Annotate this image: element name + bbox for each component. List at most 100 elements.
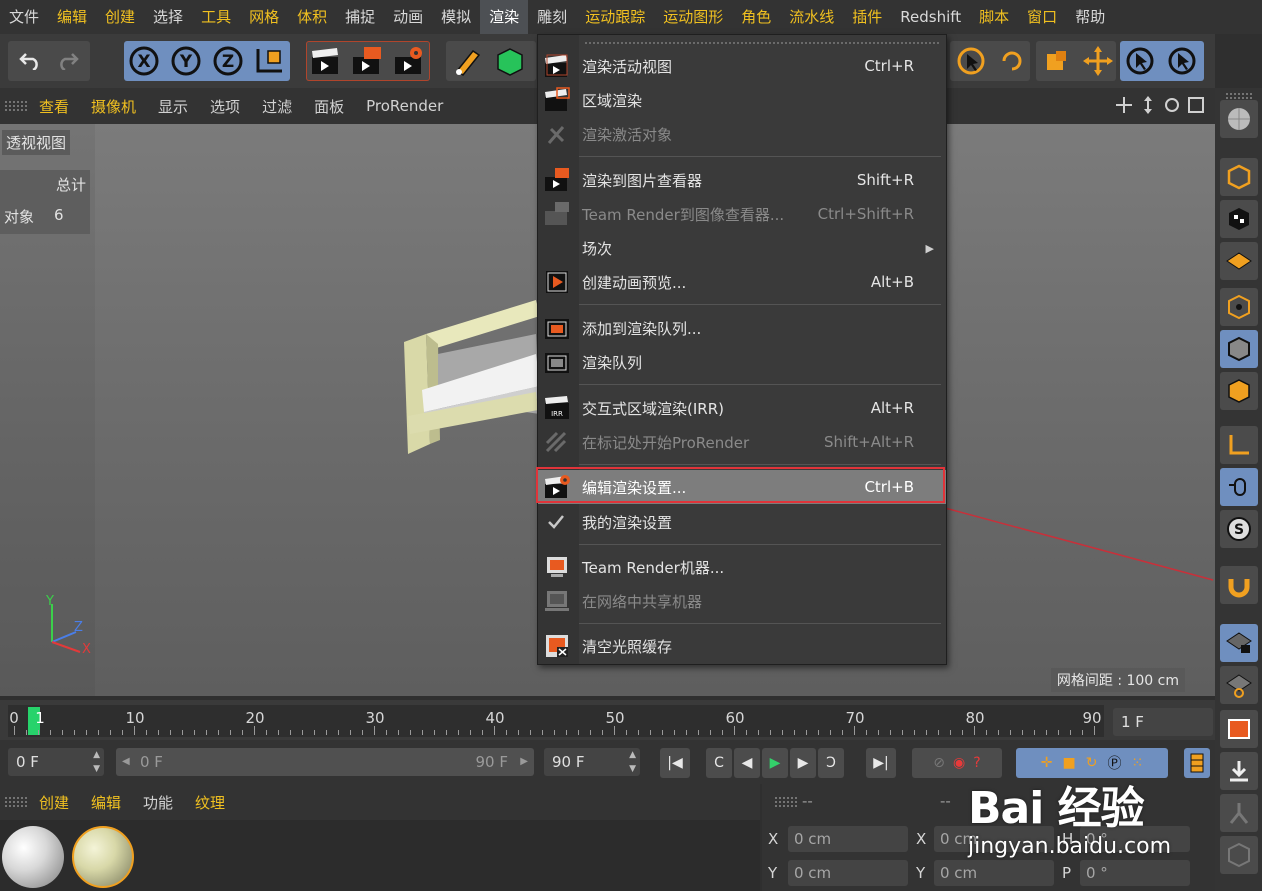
menu-mograph[interactable]: 运动图形 [654, 0, 732, 34]
menu-item-render-queue[interactable]: 渲染队列 [538, 345, 946, 379]
cube-primitive-icon[interactable] [493, 45, 527, 81]
viewport-menu-prorender[interactable]: ProRender [355, 97, 454, 115]
viewport-menu-display[interactable]: 显示 [147, 96, 199, 117]
x-axis-lock-icon[interactable]: X [128, 45, 160, 81]
menu-volume[interactable]: 体积 [288, 0, 336, 34]
preview-range-slider[interactable]: ◀ 0 F 90 F ▶ [116, 748, 534, 776]
menu-item-flush-illumination-caches[interactable]: 清空光照缓存 [538, 629, 946, 663]
move-icon[interactable] [1082, 45, 1114, 81]
play-icon[interactable]: ▶ [762, 748, 788, 778]
menu-item-edit-render-settings[interactable]: 编辑渲染设置... Ctrl+B [538, 470, 946, 504]
previous-key-icon[interactable]: C [706, 748, 732, 778]
viewport-menu-panel[interactable]: 面板 [303, 96, 355, 117]
menu-mesh[interactable]: 网格 [240, 0, 288, 34]
menu-file[interactable]: 文件 [0, 0, 48, 34]
range-left-arrow-icon[interactable]: ◀ [122, 748, 130, 776]
menu-select[interactable]: 选择 [144, 0, 192, 34]
make-editable-icon[interactable] [1220, 100, 1258, 138]
object-mode-icon[interactable] [1124, 45, 1156, 81]
viewport-menu-filter[interactable]: 过滤 [251, 96, 303, 117]
menu-item-render-to-picture-viewer[interactable]: 渲染到图片查看器 Shift+R [538, 163, 946, 197]
autokey-icon[interactable]: ? [973, 755, 980, 771]
menu-sculpt[interactable]: 雕刻 [528, 0, 576, 34]
menu-tearoff-grip[interactable] [584, 41, 940, 45]
menu-item-region-render[interactable]: 区域渲染 [538, 83, 946, 117]
menu-pipeline[interactable]: 流水线 [780, 0, 843, 34]
menu-tools[interactable]: 工具 [192, 0, 240, 34]
material-menu-function[interactable]: 功能 [132, 792, 184, 813]
material-swatch-cream[interactable] [72, 826, 134, 888]
menu-motion-tracking[interactable]: 运动跟踪 [576, 0, 654, 34]
texture-mode-icon[interactable] [1220, 200, 1258, 238]
planar-workplane-icon[interactable] [1220, 666, 1258, 704]
scale-icon[interactable] [1040, 45, 1072, 81]
key-rotation-icon[interactable]: ↻ [1086, 755, 1098, 771]
undo-icon[interactable] [11, 42, 49, 80]
menu-window[interactable]: 窗口 [1018, 0, 1066, 34]
menu-plugins[interactable]: 插件 [843, 0, 891, 34]
viewport-menu-camera[interactable]: 摄像机 [80, 96, 147, 117]
position-y-field[interactable]: 0 cm [788, 860, 908, 886]
pen-tool-icon[interactable] [451, 45, 485, 81]
material-menu-edit[interactable]: 编辑 [80, 792, 132, 813]
record-disabled-icon[interactable]: ⊘ [933, 755, 945, 771]
menu-item-takes[interactable]: 场次 ▶ [538, 231, 946, 265]
menu-simulate[interactable]: 模拟 [432, 0, 480, 34]
solo-mode-icon[interactable]: S [1220, 510, 1258, 548]
polygons-mode-icon[interactable] [1220, 372, 1258, 410]
grip-handle-icon[interactable] [4, 100, 28, 112]
menu-item-add-to-render-queue[interactable]: 添加到渲染队列... [538, 311, 946, 345]
grip-handle-icon[interactable] [4, 796, 28, 808]
coordinate-system-icon[interactable] [252, 45, 286, 81]
render-view-clapper-icon[interactable] [309, 45, 343, 81]
live-selection-icon[interactable] [955, 45, 987, 81]
menu-character[interactable]: 角色 [732, 0, 780, 34]
viewport-menu-view[interactable]: 查看 [28, 96, 80, 117]
position-x-field[interactable]: 0 cm [788, 826, 908, 852]
key-parameter-icon[interactable]: Ⓟ [1107, 753, 1121, 773]
menu-help[interactable]: 帮助 [1066, 0, 1114, 34]
menu-create[interactable]: 创建 [96, 0, 144, 34]
end-frame-field[interactable]: 90 F ▲ ▼ [544, 748, 640, 776]
previous-frame-icon[interactable]: ◀ [734, 748, 760, 778]
render-settings-gear-icon[interactable] [392, 45, 426, 81]
record-active-icon[interactable]: ◉ [953, 755, 965, 771]
edges-mode-icon[interactable] [1220, 330, 1258, 368]
axis-mode-icon[interactable] [1220, 426, 1258, 464]
model-mode-cube-icon[interactable] [1220, 158, 1258, 196]
material-swatch-white[interactable] [2, 826, 64, 888]
orbit-icon[interactable] [1163, 96, 1181, 118]
snap-magnet-icon[interactable] [1220, 566, 1258, 604]
menu-item-team-render-to-viewer[interactable]: Team Render到图像查看器... Ctrl+Shift+R [538, 197, 946, 231]
redo-icon[interactable] [49, 42, 87, 80]
y-axis-lock-icon[interactable]: Y [170, 45, 202, 81]
menu-render[interactable]: 渲染 [480, 0, 529, 34]
next-key-icon[interactable]: Ↄ [818, 748, 844, 778]
download-icon[interactable] [1220, 752, 1258, 790]
menu-snap[interactable]: 捕捉 [336, 0, 384, 34]
menu-item-make-preview[interactable]: 创建动画预览... Alt+B [538, 265, 946, 299]
bed-model[interactable] [400, 294, 540, 474]
grip-handle-icon[interactable] [774, 796, 798, 808]
tweak-mode-icon[interactable] [1220, 468, 1258, 506]
menu-item-render-active-objects[interactable]: 渲染激活对象 [538, 117, 946, 151]
model-mode-icon[interactable] [1166, 45, 1198, 81]
z-axis-lock-icon[interactable]: Z [212, 45, 244, 81]
lock-workplane-icon[interactable] [1220, 624, 1258, 662]
workplane-icon[interactable] [1220, 242, 1258, 280]
points-mode-icon[interactable] [1220, 288, 1258, 326]
menu-item-render-active-view[interactable]: 渲染活动视图 Ctrl+R [538, 49, 946, 83]
current-frame-field[interactable]: 1 F [1113, 708, 1213, 736]
viewport-menu-options[interactable]: 选项 [199, 96, 251, 117]
dolly-icon[interactable] [1139, 96, 1157, 118]
character-pose-icon[interactable] [1220, 794, 1258, 832]
menu-item-my-render-settings[interactable]: 我的渲染设置 [538, 505, 946, 539]
start-frame-field[interactable]: 0 F ▲ ▼ [8, 748, 104, 776]
layout-window-icon[interactable] [1220, 710, 1258, 748]
range-right-arrow-icon[interactable]: ▶ [520, 748, 528, 776]
menu-item-team-render-machines[interactable]: Team Render机器... [538, 550, 946, 584]
menu-redshift[interactable]: Redshift [891, 0, 970, 34]
rotate-icon[interactable] [996, 45, 1028, 81]
go-to-end-icon[interactable]: ▶| [866, 748, 896, 778]
cube-outline-icon[interactable] [1220, 836, 1258, 874]
